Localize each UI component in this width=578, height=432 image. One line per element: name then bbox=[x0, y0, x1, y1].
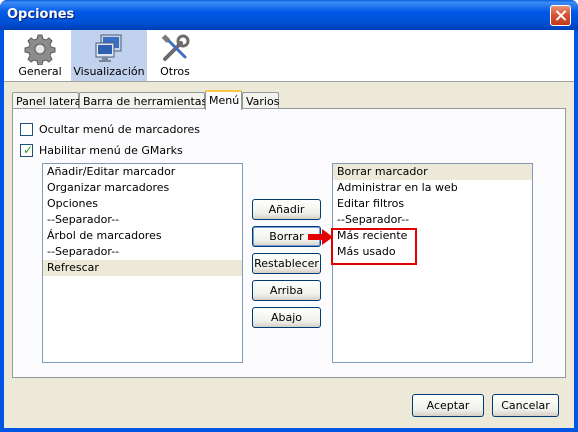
list-item[interactable]: --Separador-- bbox=[43, 244, 242, 260]
down-button[interactable]: Abajo bbox=[252, 307, 321, 328]
close-button[interactable] bbox=[550, 5, 571, 26]
tab-barra-herramientas[interactable]: Barra de herramientas bbox=[79, 92, 207, 109]
list-item[interactable]: Editar filtros bbox=[333, 196, 532, 212]
list-item[interactable]: Añadir/Editar marcador bbox=[43, 164, 242, 180]
window-border-bottom bbox=[0, 428, 578, 432]
tools-icon bbox=[161, 34, 190, 61]
enable-gmarks-menu-label: Habilitar menú de GMarks bbox=[39, 144, 183, 157]
list-item[interactable]: Opciones bbox=[43, 196, 242, 212]
enable-gmarks-menu-checkbox[interactable]: ✓ bbox=[20, 143, 34, 157]
list-item[interactable]: --Separador-- bbox=[333, 212, 532, 228]
monitor-icon bbox=[95, 34, 122, 62]
window-border-right bbox=[574, 30, 578, 432]
tab-panel-lateral[interactable]: Panel lateral bbox=[12, 92, 84, 109]
list-item[interactable]: --Separador-- bbox=[43, 212, 242, 228]
list-item[interactable]: Organizar marcadores bbox=[43, 180, 242, 196]
title-bar[interactable]: Opciones bbox=[0, 0, 578, 30]
window-title: Opciones bbox=[7, 7, 75, 22]
list-item[interactable]: Administrar en la web bbox=[333, 180, 532, 196]
pane-otros[interactable]: Otros bbox=[151, 30, 199, 81]
cancel-button[interactable]: Cancelar bbox=[492, 394, 559, 417]
options-window: Opciones General Visualización Otros Pan… bbox=[0, 0, 578, 432]
tab-varios[interactable]: Varios bbox=[242, 92, 279, 109]
add-button[interactable]: Añadir bbox=[252, 199, 321, 220]
dialog-client: General Visualización Otros Panel latera… bbox=[4, 30, 574, 428]
pane-label: Otros bbox=[160, 65, 190, 78]
list-item[interactable]: Refrescar bbox=[43, 260, 242, 276]
pane-visualizacion[interactable]: Visualización bbox=[71, 30, 147, 81]
checkmark-icon: ✓ bbox=[23, 143, 34, 157]
pane-selector: General Visualización Otros bbox=[4, 30, 574, 82]
annotation-highlight-box bbox=[331, 228, 417, 265]
pane-label: General bbox=[18, 65, 62, 78]
pane-label: Visualización bbox=[73, 65, 145, 78]
available-items-list[interactable]: Añadir/Editar marcador Organizar marcado… bbox=[42, 163, 243, 363]
hide-bookmarks-menu-checkbox[interactable] bbox=[20, 123, 33, 136]
accept-button[interactable]: Aceptar bbox=[412, 394, 484, 417]
tab-menu[interactable]: Menú bbox=[205, 90, 242, 110]
list-item[interactable]: Árbol de marcadores bbox=[43, 228, 242, 244]
pane-general[interactable]: General bbox=[14, 30, 66, 81]
list-item[interactable]: Borrar marcador bbox=[333, 164, 532, 180]
reset-button[interactable]: Restablecer bbox=[252, 253, 321, 274]
up-button[interactable]: Arriba bbox=[252, 280, 321, 301]
gear-icon bbox=[24, 34, 56, 65]
annotation-arrow-icon bbox=[308, 229, 333, 245]
hide-bookmarks-menu-label: Ocultar menú de marcadores bbox=[39, 123, 200, 136]
